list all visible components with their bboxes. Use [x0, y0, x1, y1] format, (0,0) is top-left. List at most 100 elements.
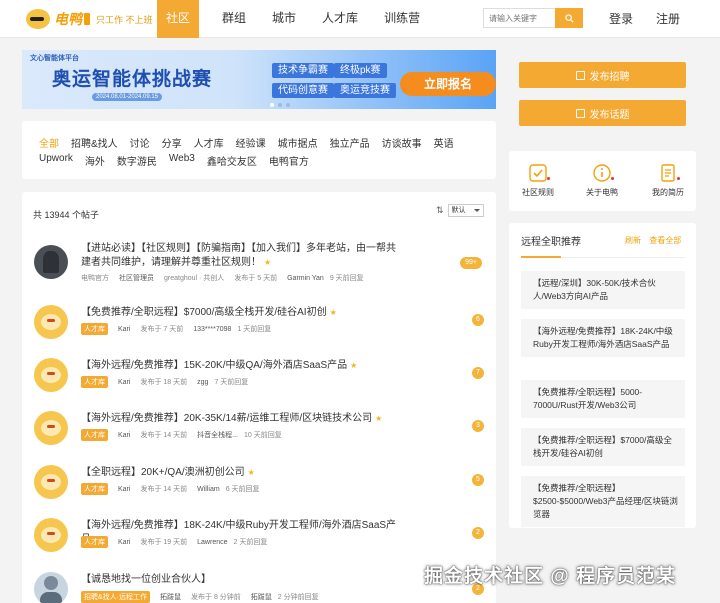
nav-city[interactable]: 城市 [263, 0, 305, 38]
avatar[interactable] [34, 572, 68, 603]
post-time: 发布于 7 天前 [140, 326, 184, 333]
category-item[interactable]: 讨论 [130, 135, 150, 150]
post-badge[interactable]: 人才库 [81, 323, 108, 335]
category-item[interactable]: 城市据点 [278, 135, 318, 150]
list-item[interactable]: 【进站必读】【社区规则】【防骗指南】【加入我们】多年老站，由一帮共建者共同维护，… [22, 242, 496, 302]
recommend-links: 刷新 查看全部 [625, 235, 681, 246]
post-title[interactable]: 【进站必读】【社区规则】【防骗指南】【加入我们】多年老站，由一帮共建者共同维护，… [81, 242, 401, 270]
register-link[interactable]: 注册 [656, 10, 680, 27]
nav-talent[interactable]: 人才库 [313, 0, 367, 38]
post-last-time: 1 天前回复 [237, 326, 272, 333]
post-badge[interactable]: 人才库 [81, 429, 108, 441]
publish-recruit-button[interactable]: 发布招聘 [519, 62, 686, 88]
recommend-item[interactable]: 【远程/深圳】30K-50K/技术合伙人/Web3方向AI产品 [521, 271, 685, 309]
post-last-user[interactable]: 拓跋鼠 [251, 592, 272, 602]
logo[interactable]: 电鸭 只工作 不上班 [26, 9, 153, 29]
recommend-item[interactable]: 【海外远程/免费推荐】18K-24K/中级Ruby开发工程师/海外酒店SaaS产… [521, 319, 685, 357]
post-contributor: greatghoul · 共创人 [164, 275, 225, 282]
category-item[interactable]: 分享 [162, 135, 182, 150]
avatar[interactable] [34, 518, 68, 552]
main-nav: 社区 群组 城市 人才库 训练营 [157, 0, 429, 38]
recommend-card: 远程全职推荐 刷新 查看全部 【远程/深圳】30K-50K/技术合伙人/Web3… [509, 223, 696, 528]
category-item[interactable]: 鑫哈交友区 [207, 153, 257, 168]
category-item[interactable]: 访谈故事 [382, 135, 422, 150]
refresh-link[interactable]: 刷新 [625, 236, 641, 245]
list-item[interactable]: 【免费推荐/全职远程】$7000/高级全栈开发/硅谷AI初创 ★ 人才库 Kari… [22, 302, 496, 362]
sort-select[interactable]: 默认 [447, 204, 484, 217]
recommend-item[interactable]: 【免费推荐/全职远程】$2500-$5000/Web3产品经理/区块链浏览器 [521, 476, 685, 527]
about-link[interactable]: 关于电鸭 [577, 163, 627, 198]
post-time: 发布于 8 分钟前 [191, 594, 241, 601]
post-author[interactable]: Kari [118, 326, 130, 333]
reply-count: 99+ [460, 257, 482, 269]
top-header: 电鸭 只工作 不上班 社区 群组 城市 人才库 训练营 登录 注册 [0, 0, 720, 38]
login-link[interactable]: 登录 [609, 10, 633, 27]
nav-groups[interactable]: 群组 [213, 0, 255, 38]
avatar[interactable] [34, 245, 68, 279]
search-button[interactable] [555, 8, 583, 28]
avatar[interactable] [34, 465, 68, 499]
post-badge[interactable]: 人才库 [81, 536, 108, 548]
category-item[interactable]: 电鸭官方 [269, 153, 309, 168]
post-badge[interactable]: 电鸭官方 [81, 273, 109, 283]
post-last-user[interactable]: William [197, 486, 220, 493]
list-item[interactable]: 【海外远程/免费推荐】20K-35K/14薪/运维工程师/区块链技术公司 ★ 人才… [22, 408, 496, 468]
post-badge[interactable]: 人才库 [81, 483, 108, 495]
post-author[interactable]: 拓跋鼠 [160, 592, 181, 602]
category-item[interactable]: 英语 [434, 135, 454, 150]
category-item[interactable]: 独立产品 [330, 135, 370, 150]
post-last-user[interactable]: Garmin Yan [287, 275, 324, 282]
category-item[interactable]: 招聘&找人 [71, 135, 118, 150]
carousel-dot[interactable] [270, 103, 274, 107]
signup-button[interactable]: 立即报名 [400, 72, 496, 96]
nav-bootcamp[interactable]: 训练营 [375, 0, 429, 38]
category-item[interactable]: 数字游民 [117, 153, 157, 168]
logo-text: 电鸭 [54, 12, 82, 28]
recommend-item[interactable]: 【免费推荐/全职远程】$7000/高级全栈开发/硅谷AI初创 [521, 428, 685, 466]
category-all[interactable]: 全部 [39, 135, 59, 150]
banner-subtitle: 文心智能体平台 [30, 55, 79, 62]
carousel-dot[interactable] [278, 103, 282, 107]
post-last-user[interactable]: zgg [197, 379, 208, 386]
sort-icon: ⇅ [436, 205, 444, 215]
search-input[interactable] [483, 8, 555, 28]
rules-icon [528, 163, 550, 183]
category-item[interactable]: 经验课 [236, 135, 266, 150]
post-last-user[interactable]: 133****7098 [193, 326, 231, 333]
resume-link[interactable]: 我的简历 [643, 163, 693, 198]
post-author[interactable]: Kari [118, 539, 130, 546]
post-badge[interactable]: 招聘&找人·远程工作 [81, 591, 150, 603]
category-item[interactable]: Upwork [39, 153, 73, 168]
avatar[interactable] [34, 358, 68, 392]
post-badge[interactable]: 人才库 [81, 376, 108, 388]
avatar[interactable] [34, 411, 68, 445]
post-author[interactable]: Kari [118, 432, 130, 439]
publish-topic-button[interactable]: 发布话题 [519, 100, 686, 126]
post-last-user[interactable]: Lawrence [197, 539, 227, 546]
post-author[interactable]: 社区管理员 [119, 273, 154, 283]
post-title[interactable]: 【海外远程/免费推荐】20K-35K/14薪/运维工程师/区块链技术公司 ★ [81, 412, 401, 426]
post-time: 发布于 5 天前 [234, 275, 278, 282]
post-title[interactable]: 【全职远程】20K+/QA/澳洲初创公司 ★ [81, 466, 401, 480]
post-title[interactable]: 【海外远程/免费推荐】15K-20K/中级QA/海外酒店SaaS产品 ★ [81, 359, 401, 373]
star-icon: ★ [247, 468, 255, 477]
post-title[interactable]: 【免费推荐/全职远程】$7000/高级全栈开发/硅谷AI初创 ★ [81, 306, 401, 320]
community-rules-link[interactable]: 社区规则 [513, 163, 563, 198]
nav-community[interactable]: 社区 [157, 0, 200, 38]
list-item[interactable]: 【全职远程】20K+/QA/澳洲初创公司 ★ 人才库 Kari 发布于 14 天前… [22, 462, 496, 522]
category-item[interactable]: 海外 [85, 153, 105, 168]
avatar[interactable] [34, 305, 68, 339]
post-last-user[interactable]: 抖音全栈程... [197, 430, 238, 440]
category-item[interactable]: Web3 [169, 153, 195, 168]
category-item[interactable]: 人才库 [194, 135, 224, 150]
recommend-item[interactable]: 【免费推荐/全职远程】5000-7000U/Rust开发/Web3公司 [521, 380, 685, 418]
post-author[interactable]: Kari [118, 379, 130, 386]
list-item[interactable]: 【海外远程/免费推荐】15K-20K/中级QA/海外酒店SaaS产品 ★ 人才库 … [22, 355, 496, 415]
post-title[interactable]: 【诚恳地找一位创业合伙人】 [81, 573, 401, 587]
post-author[interactable]: Kari [118, 486, 130, 493]
event-banner[interactable]: 文心智能体平台 奥运智能体挑战赛 2024.08.01-2024.09.15 技… [22, 50, 496, 109]
post-time: 发布于 14 天前 [140, 486, 188, 493]
carousel-dot[interactable] [286, 103, 290, 107]
view-all-link[interactable]: 查看全部 [649, 236, 681, 245]
post-last-time: 6 天前回复 [225, 486, 260, 493]
